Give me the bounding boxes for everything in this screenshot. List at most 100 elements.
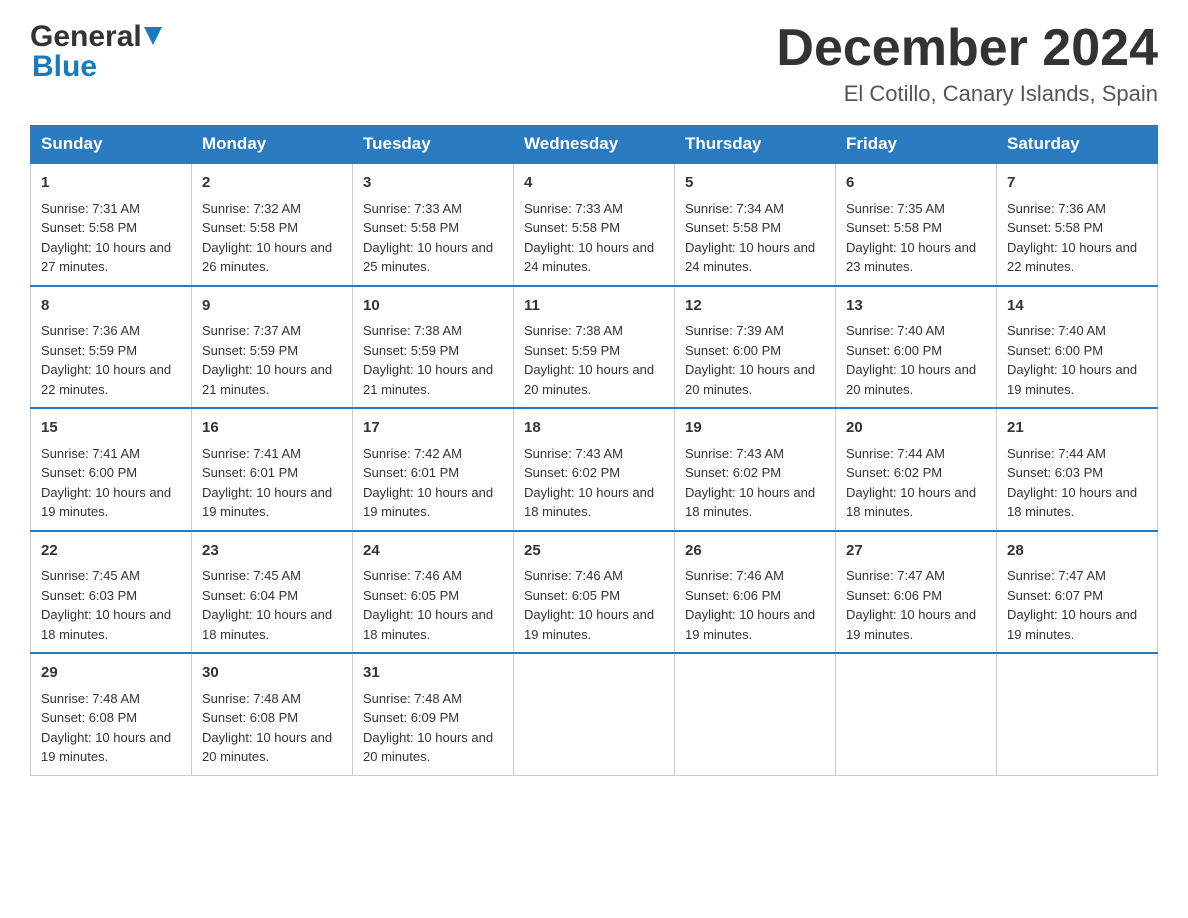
day-number: 16 (202, 417, 342, 440)
day-number: 25 (524, 540, 664, 563)
day-daylight: Daylight: 10 hours and 22 minutes. (1007, 240, 1137, 275)
day-sunset: Sunset: 5:58 PM (685, 220, 781, 235)
day-daylight: Daylight: 10 hours and 27 minutes. (41, 240, 171, 275)
calendar-cell: 23 Sunrise: 7:45 AM Sunset: 6:04 PM Dayl… (192, 531, 353, 654)
header-friday: Friday (836, 126, 997, 164)
calendar-cell: 18 Sunrise: 7:43 AM Sunset: 6:02 PM Dayl… (514, 408, 675, 531)
day-sunrise: Sunrise: 7:46 AM (685, 568, 784, 583)
day-sunrise: Sunrise: 7:32 AM (202, 201, 301, 216)
calendar-cell: 24 Sunrise: 7:46 AM Sunset: 6:05 PM Dayl… (353, 531, 514, 654)
day-daylight: Daylight: 10 hours and 18 minutes. (202, 607, 332, 642)
calendar-cell: 16 Sunrise: 7:41 AM Sunset: 6:01 PM Dayl… (192, 408, 353, 531)
day-number: 28 (1007, 540, 1147, 563)
day-sunrise: Sunrise: 7:31 AM (41, 201, 140, 216)
day-daylight: Daylight: 10 hours and 18 minutes. (41, 607, 171, 642)
day-sunset: Sunset: 6:08 PM (202, 710, 298, 725)
day-number: 22 (41, 540, 181, 563)
day-sunset: Sunset: 5:58 PM (41, 220, 137, 235)
day-sunrise: Sunrise: 7:41 AM (202, 446, 301, 461)
day-number: 9 (202, 295, 342, 318)
weekday-header-row: Sunday Monday Tuesday Wednesday Thursday… (31, 126, 1158, 164)
day-number: 26 (685, 540, 825, 563)
day-number: 8 (41, 295, 181, 318)
day-number: 29 (41, 662, 181, 685)
calendar-cell (675, 653, 836, 775)
calendar-cell: 15 Sunrise: 7:41 AM Sunset: 6:00 PM Dayl… (31, 408, 192, 531)
day-sunset: Sunset: 5:59 PM (363, 343, 459, 358)
day-sunset: Sunset: 6:02 PM (524, 465, 620, 480)
day-daylight: Daylight: 10 hours and 19 minutes. (524, 607, 654, 642)
calendar-cell: 31 Sunrise: 7:48 AM Sunset: 6:09 PM Dayl… (353, 653, 514, 775)
day-sunset: Sunset: 6:05 PM (363, 588, 459, 603)
day-sunset: Sunset: 6:04 PM (202, 588, 298, 603)
day-sunset: Sunset: 6:08 PM (41, 710, 137, 725)
calendar-cell: 9 Sunrise: 7:37 AM Sunset: 5:59 PM Dayli… (192, 286, 353, 409)
day-daylight: Daylight: 10 hours and 21 minutes. (202, 362, 332, 397)
day-daylight: Daylight: 10 hours and 20 minutes. (685, 362, 815, 397)
day-daylight: Daylight: 10 hours and 19 minutes. (41, 730, 171, 765)
week-row-2: 8 Sunrise: 7:36 AM Sunset: 5:59 PM Dayli… (31, 286, 1158, 409)
day-number: 19 (685, 417, 825, 440)
day-daylight: Daylight: 10 hours and 26 minutes. (202, 240, 332, 275)
day-daylight: Daylight: 10 hours and 22 minutes. (41, 362, 171, 397)
day-daylight: Daylight: 10 hours and 20 minutes. (363, 730, 493, 765)
day-daylight: Daylight: 10 hours and 18 minutes. (363, 607, 493, 642)
day-sunrise: Sunrise: 7:43 AM (685, 446, 784, 461)
calendar-cell: 30 Sunrise: 7:48 AM Sunset: 6:08 PM Dayl… (192, 653, 353, 775)
day-daylight: Daylight: 10 hours and 19 minutes. (1007, 362, 1137, 397)
logo: General Blue (30, 20, 162, 84)
day-daylight: Daylight: 10 hours and 21 minutes. (363, 362, 493, 397)
week-row-5: 29 Sunrise: 7:48 AM Sunset: 6:08 PM Dayl… (31, 653, 1158, 775)
day-daylight: Daylight: 10 hours and 25 minutes. (363, 240, 493, 275)
day-number: 21 (1007, 417, 1147, 440)
day-number: 13 (846, 295, 986, 318)
calendar-cell (997, 653, 1158, 775)
day-number: 6 (846, 172, 986, 195)
day-number: 20 (846, 417, 986, 440)
day-sunrise: Sunrise: 7:35 AM (846, 201, 945, 216)
calendar-cell: 5 Sunrise: 7:34 AM Sunset: 5:58 PM Dayli… (675, 163, 836, 286)
calendar-cell: 25 Sunrise: 7:46 AM Sunset: 6:05 PM Dayl… (514, 531, 675, 654)
day-sunrise: Sunrise: 7:34 AM (685, 201, 784, 216)
day-daylight: Daylight: 10 hours and 19 minutes. (685, 607, 815, 642)
calendar-cell: 1 Sunrise: 7:31 AM Sunset: 5:58 PM Dayli… (31, 163, 192, 286)
day-number: 12 (685, 295, 825, 318)
header-sunday: Sunday (31, 126, 192, 164)
day-sunset: Sunset: 5:58 PM (524, 220, 620, 235)
day-sunset: Sunset: 6:00 PM (846, 343, 942, 358)
calendar-cell: 20 Sunrise: 7:44 AM Sunset: 6:02 PM Dayl… (836, 408, 997, 531)
day-sunset: Sunset: 6:02 PM (685, 465, 781, 480)
day-number: 18 (524, 417, 664, 440)
calendar-cell (514, 653, 675, 775)
week-row-1: 1 Sunrise: 7:31 AM Sunset: 5:58 PM Dayli… (31, 163, 1158, 286)
day-number: 7 (1007, 172, 1147, 195)
header-tuesday: Tuesday (353, 126, 514, 164)
day-sunrise: Sunrise: 7:40 AM (1007, 323, 1106, 338)
calendar-cell: 10 Sunrise: 7:38 AM Sunset: 5:59 PM Dayl… (353, 286, 514, 409)
day-sunrise: Sunrise: 7:40 AM (846, 323, 945, 338)
day-sunrise: Sunrise: 7:36 AM (41, 323, 140, 338)
day-sunrise: Sunrise: 7:33 AM (363, 201, 462, 216)
header-monday: Monday (192, 126, 353, 164)
day-sunset: Sunset: 5:59 PM (41, 343, 137, 358)
calendar-cell: 21 Sunrise: 7:44 AM Sunset: 6:03 PM Dayl… (997, 408, 1158, 531)
logo-arrow-icon (144, 27, 162, 50)
day-daylight: Daylight: 10 hours and 18 minutes. (1007, 485, 1137, 520)
day-daylight: Daylight: 10 hours and 18 minutes. (846, 485, 976, 520)
calendar-cell: 26 Sunrise: 7:46 AM Sunset: 6:06 PM Dayl… (675, 531, 836, 654)
day-number: 1 (41, 172, 181, 195)
calendar-table: Sunday Monday Tuesday Wednesday Thursday… (30, 125, 1158, 776)
day-daylight: Daylight: 10 hours and 19 minutes. (1007, 607, 1137, 642)
day-sunrise: Sunrise: 7:47 AM (846, 568, 945, 583)
day-sunrise: Sunrise: 7:45 AM (202, 568, 301, 583)
calendar-cell (836, 653, 997, 775)
calendar-cell: 13 Sunrise: 7:40 AM Sunset: 6:00 PM Dayl… (836, 286, 997, 409)
day-daylight: Daylight: 10 hours and 24 minutes. (685, 240, 815, 275)
day-sunset: Sunset: 6:01 PM (363, 465, 459, 480)
header-saturday: Saturday (997, 126, 1158, 164)
day-daylight: Daylight: 10 hours and 18 minutes. (685, 485, 815, 520)
day-sunrise: Sunrise: 7:44 AM (1007, 446, 1106, 461)
day-sunrise: Sunrise: 7:41 AM (41, 446, 140, 461)
week-row-3: 15 Sunrise: 7:41 AM Sunset: 6:00 PM Dayl… (31, 408, 1158, 531)
day-sunrise: Sunrise: 7:46 AM (524, 568, 623, 583)
